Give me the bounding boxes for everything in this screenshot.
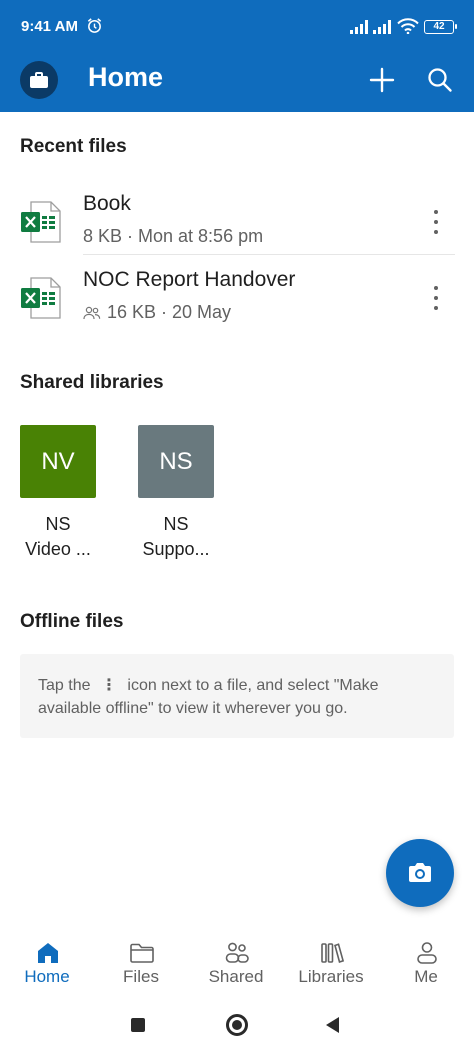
nav-shared[interactable]: Shared	[191, 932, 281, 998]
recent-files-heading: Recent files	[20, 136, 127, 157]
nav-me[interactable]: Me	[381, 932, 471, 998]
library-item-ns[interactable]: NS NS Suppo...	[138, 425, 214, 562]
offline-hint-after: icon next to a file, and select "Make av…	[38, 677, 379, 717]
recents-button[interactable]	[131, 1018, 145, 1032]
folder-icon	[130, 943, 154, 963]
file-meta-text: 16 KB · 20 May	[107, 302, 232, 322]
account-avatar[interactable]	[20, 61, 58, 99]
status-bar: 9:41 AM 42	[0, 0, 474, 52]
system-navigation-bar	[0, 1002, 474, 1052]
battery-indicator: 42	[424, 20, 457, 34]
nav-label: Files	[123, 967, 159, 986]
person-icon	[417, 942, 437, 964]
status-time: 9:41 AM	[21, 18, 78, 35]
nav-files[interactable]: Files	[96, 932, 186, 998]
excel-file-icon	[21, 277, 61, 319]
file-row-book[interactable]: Book 8 KB · Mon at 8:56 pm	[0, 186, 474, 260]
add-button[interactable]	[366, 64, 398, 96]
library-label-line1: NS	[45, 514, 71, 534]
library-label: NS Suppo...	[131, 512, 221, 562]
more-options-icon[interactable]	[426, 210, 446, 234]
back-button[interactable]	[326, 1017, 339, 1033]
alarm-icon	[87, 18, 102, 33]
nav-label: Libraries	[298, 967, 364, 986]
library-tile: NV	[20, 425, 96, 498]
top-header: 9:41 AM 42 Home	[0, 0, 474, 112]
offline-hint-before: Tap the	[38, 677, 91, 694]
bottom-navigation: Home Files Shared Libraries Me	[0, 932, 474, 1002]
library-label-line2: Suppo...	[142, 539, 210, 559]
file-meta-text: 8 KB · Mon at 8:56 pm	[83, 226, 264, 246]
file-name: NOC Report Handover	[83, 268, 296, 291]
offline-hint-box: Tap the ⋮ icon next to a file, and selec…	[20, 654, 454, 738]
shared-libraries-heading: Shared libraries	[20, 372, 164, 393]
briefcase-icon	[30, 72, 48, 88]
library-item-nv[interactable]: NV NS Video ...	[20, 425, 96, 562]
library-tile: NS	[138, 425, 214, 498]
library-label: NS Video ...	[13, 512, 103, 562]
offline-files-heading: Offline files	[20, 611, 124, 632]
excel-file-icon	[21, 201, 61, 243]
system-home-button[interactable]	[226, 1014, 248, 1036]
library-icon	[321, 943, 345, 964]
people-icon	[225, 942, 249, 963]
file-meta: 16 KB · 20 May	[83, 302, 231, 323]
camera-icon	[409, 863, 431, 882]
file-meta: 8 KB · Mon at 8:56 pm	[83, 226, 263, 247]
nav-home[interactable]: Home	[2, 932, 92, 998]
file-name: Book	[83, 192, 131, 215]
search-icon[interactable]	[424, 64, 456, 96]
signal-icon-2	[373, 20, 391, 34]
nav-label: Home	[24, 967, 70, 986]
library-label-line1: NS	[163, 514, 189, 534]
page-title: Home	[88, 62, 164, 92]
camera-scan-button[interactable]	[386, 839, 454, 907]
more-options-icon[interactable]	[426, 286, 446, 310]
nav-label: Shared	[208, 967, 264, 986]
nav-libraries[interactable]: Libraries	[286, 932, 376, 998]
signal-icon	[350, 20, 368, 34]
shared-people-icon	[83, 306, 101, 319]
file-row-noc-report[interactable]: NOC Report Handover 16 KB · 20 May	[0, 262, 474, 336]
home-icon	[38, 943, 58, 963]
nav-label: Me	[414, 967, 438, 986]
row-divider	[83, 254, 455, 255]
app-bar: Home	[0, 52, 474, 112]
wifi-icon	[397, 18, 419, 34]
library-label-line2: Video ...	[25, 539, 91, 559]
more-options-inline-icon: ⋮	[100, 677, 117, 694]
